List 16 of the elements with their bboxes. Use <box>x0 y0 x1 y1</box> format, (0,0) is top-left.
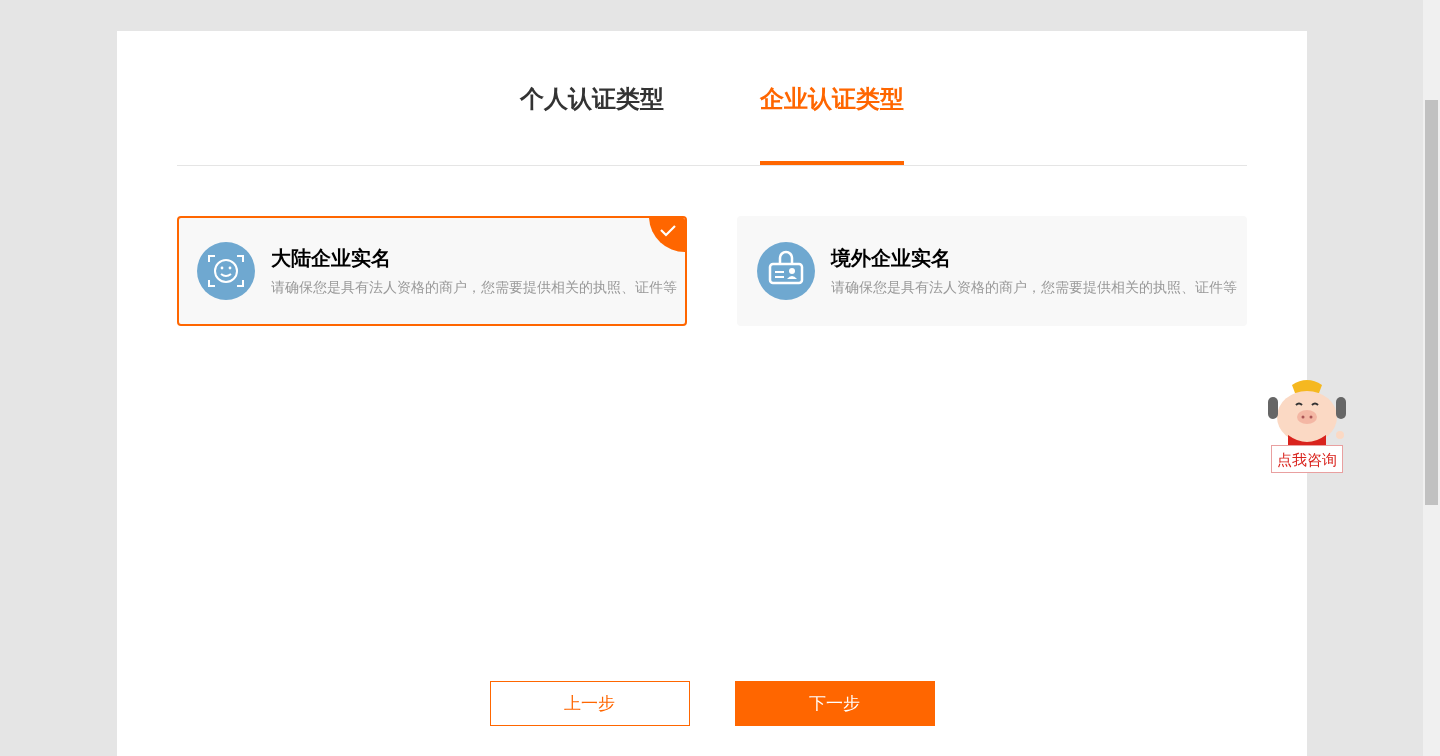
previous-step-button[interactable]: 上一步 <box>489 681 690 726</box>
option-title: 境外企业实名 <box>831 246 952 271</box>
next-step-button[interactable]: 下一步 <box>734 681 935 726</box>
scrollbar[interactable] <box>1423 0 1440 756</box>
option-card[interactable]: 境外企业实名 请确保您是具有法人资格的商户，您需要提供相关的执照、证件等 <box>737 216 1247 326</box>
tab[interactable]: 企业认证类型 <box>760 83 904 165</box>
id-card-icon <box>757 242 815 300</box>
checkmark-icon <box>649 218 685 252</box>
option-title: 大陆企业实名 <box>271 246 392 271</box>
scrollbar-thumb[interactable] <box>1425 100 1438 505</box>
option-card[interactable]: 大陆企业实名 请确保您是具有法人资格的商户，您需要提供相关的执照、证件等 <box>177 216 687 326</box>
option-description: 请确保您是具有法人资格的商户，您需要提供相关的执照、证件等 <box>831 279 1237 297</box>
face-scan-icon <box>197 242 255 300</box>
option-description: 请确保您是具有法人资格的商户，您需要提供相关的执照、证件等 <box>271 279 677 297</box>
consult-button[interactable]: 点我咨询 <box>1271 445 1343 473</box>
tab[interactable]: 个人认证类型 <box>520 83 664 165</box>
